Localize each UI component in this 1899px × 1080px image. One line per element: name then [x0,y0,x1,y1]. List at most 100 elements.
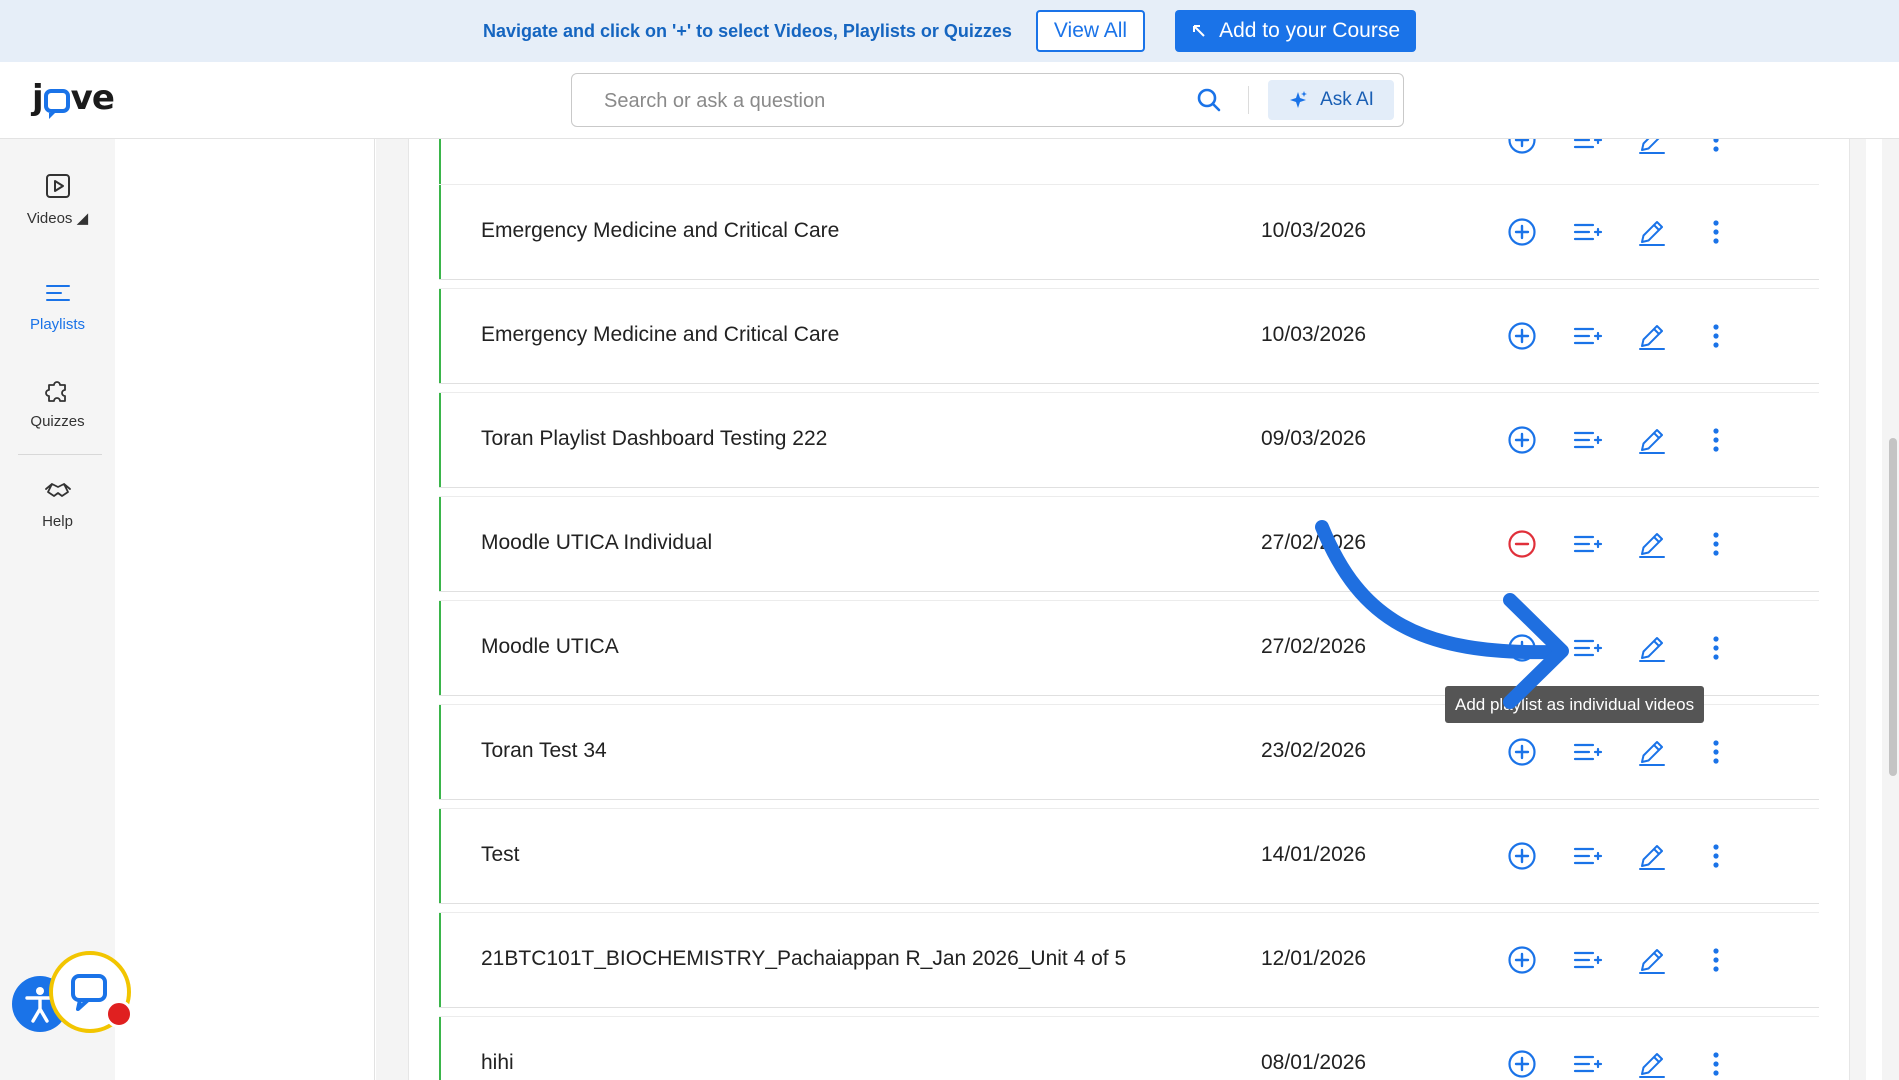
add-playlist-button[interactable] [1505,215,1539,249]
jove-logo[interactable]: j ve [32,78,115,119]
add-circle-icon [1508,426,1536,454]
playlist-content: Emergency Medicine and Critical Care 10/0… [376,139,1866,1080]
edit-playlist-button[interactable] [1635,139,1669,157]
playlist-title[interactable]: 21BTC101T_BIOCHEMISTRY_Pachaiappan R_Jan… [481,947,1126,971]
playlist-add-icon [1573,639,1603,657]
table-row[interactable]: Moodle UTICA 27/02/2026 [439,601,1819,695]
add-circle-icon [1508,139,1536,154]
ask-ai-button[interactable]: Ask AI [1268,80,1394,120]
nav-item-videos[interactable]: Videos ◢ [0,171,115,227]
more-options-button[interactable] [1699,631,1733,665]
playlist-date: 08/01/2026 [1261,1051,1367,1074]
add-playlist-button[interactable] [1505,423,1539,457]
sparkle-icon [1290,91,1308,108]
more-options-button[interactable] [1699,1047,1733,1080]
table-row[interactable]: Moodle UTICA Individual 27/02/2026 [439,497,1819,591]
playlist-date: 12/01/2026 [1261,947,1367,970]
add-as-videos-button[interactable] [1570,631,1604,665]
playlist-add-icon [1573,431,1603,449]
search-divider [1248,86,1249,114]
playlist-title[interactable]: Toran Playlist Dashboard Testing 222 [481,427,827,451]
add-circle-icon [1508,738,1536,766]
playlist-title[interactable]: Toran Test 34 [481,739,607,763]
table-row[interactable]: Toran Playlist Dashboard Testing 222 09/0… [439,393,1819,487]
table-row[interactable]: hihi 08/01/2026 [439,1017,1819,1080]
playlist-title[interactable]: Emergency Medicine and Critical Care [481,323,839,347]
playlist-add-icon [1573,139,1603,149]
edit-playlist-button[interactable] [1635,423,1669,457]
add-as-videos-button[interactable] [1570,423,1604,457]
more-options-button[interactable] [1699,423,1733,457]
search-icon[interactable] [1196,87,1222,113]
more-vertical-icon [1713,220,1719,244]
add-to-course-button[interactable]: Add to your Course [1175,10,1417,52]
add-playlist-button[interactable] [1505,139,1539,157]
table-row[interactable]: Emergency Medicine and Critical Care 10/0… [439,185,1819,279]
add-as-videos-button[interactable] [1570,139,1604,157]
edit-playlist-button[interactable] [1635,735,1669,769]
add-as-videos-button[interactable] [1570,735,1604,769]
more-options-button[interactable] [1699,527,1733,561]
playlist-date: 27/02/2026 [1261,531,1367,554]
add-circle-icon [1508,842,1536,870]
add-playlist-button[interactable] [1505,943,1539,977]
edit-playlist-button[interactable] [1635,839,1669,873]
filter-pane [115,139,375,1080]
edit-playlist-button[interactable] [1635,1047,1669,1080]
table-row[interactable]: 21BTC101T_BIOCHEMISTRY_Pachaiappan R_Jan… [439,913,1819,1007]
scrollbar-thumb[interactable] [1889,438,1897,776]
more-vertical-icon [1713,324,1719,348]
edit-playlist-button[interactable] [1635,319,1669,353]
more-options-button[interactable] [1699,839,1733,873]
remove-playlist-button[interactable] [1505,527,1539,561]
add-as-videos-button[interactable] [1570,527,1604,561]
nav-label-playlists: Playlists [29,316,85,333]
add-as-videos-button[interactable] [1570,943,1604,977]
nav-item-playlists[interactable]: Playlists [0,278,115,333]
playlist-date: 10/03/2026 [1261,219,1367,242]
add-as-videos-button[interactable] [1570,319,1604,353]
add-playlist-button[interactable] [1505,1047,1539,1080]
edit-playlist-button[interactable] [1635,527,1669,561]
playlist-title[interactable]: hihi [481,1051,514,1075]
playlist-title[interactable]: Moodle UTICA [481,635,619,659]
more-options-button[interactable] [1699,319,1733,353]
table-row[interactable]: Test 14/01/2026 [439,809,1819,903]
pencil-icon [1639,1053,1665,1078]
add-as-videos-button[interactable] [1570,1047,1604,1080]
edit-playlist-button[interactable] [1635,943,1669,977]
table-row-partial [439,139,1819,189]
playlist-title[interactable]: Test [481,843,520,867]
pencil-icon [1639,741,1665,766]
nav-item-quizzes[interactable]: Quizzes [0,375,115,430]
remove-circle-icon [1508,530,1536,558]
nav-item-help[interactable]: Help [0,475,115,530]
add-to-course-label: Add to your Course [1219,19,1401,42]
edit-playlist-button[interactable] [1635,215,1669,249]
more-options-button[interactable] [1699,139,1733,157]
add-playlist-button[interactable] [1505,735,1539,769]
playlist-title[interactable]: Emergency Medicine and Critical Care [481,219,839,243]
add-playlist-button[interactable] [1505,631,1539,665]
view-all-button[interactable]: View All [1035,10,1146,52]
edit-playlist-button[interactable] [1635,631,1669,665]
more-vertical-icon [1713,948,1719,972]
add-as-videos-button[interactable] [1570,215,1604,249]
add-playlist-button[interactable] [1505,319,1539,353]
add-circle-icon [1508,218,1536,246]
playlist-title[interactable]: Moodle UTICA Individual [481,531,712,555]
more-options-button[interactable] [1699,943,1733,977]
pencil-icon [1639,325,1665,350]
more-options-button[interactable] [1699,215,1733,249]
search-input[interactable] [604,86,1164,116]
add-as-videos-button[interactable] [1570,839,1604,873]
more-vertical-icon [1713,139,1719,152]
playlist-date: 14/01/2026 [1261,843,1367,866]
table-row[interactable]: Emergency Medicine and Critical Care 10/0… [439,289,1819,383]
add-playlist-button[interactable] [1505,839,1539,873]
playlist-date: 27/02/2026 [1261,635,1367,658]
pencil-icon [1639,533,1665,558]
nav-divider [18,454,102,455]
add-circle-icon [1508,1050,1536,1078]
more-options-button[interactable] [1699,735,1733,769]
